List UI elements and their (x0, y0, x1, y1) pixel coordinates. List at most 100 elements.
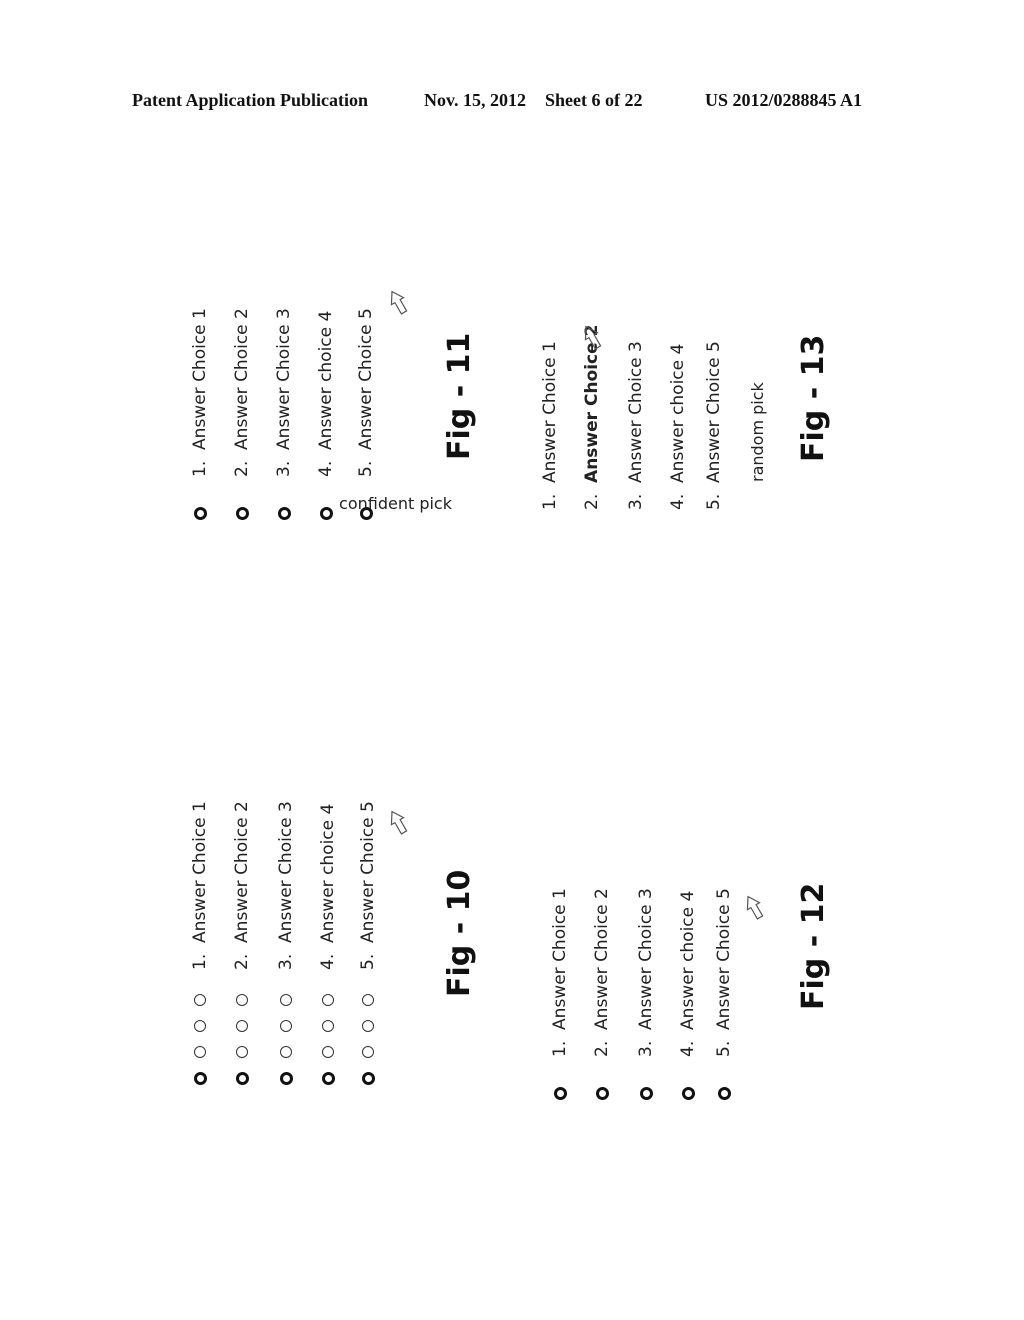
choice-row: 1. Answer Choice 1 (180, 801, 220, 1085)
choice-row: 3. Answer Choice 3 (264, 308, 304, 520)
choice-number: 5. (704, 493, 724, 510)
choice-text: Answer choice 4 (316, 310, 336, 450)
choice-row-highlighted: 2. Answer Choice 2 (572, 325, 612, 510)
choice-text: Answer Choice 1 (550, 888, 570, 1030)
choice-row: 5. Answer Choice 5 (694, 341, 734, 510)
choice-number: 3. (274, 460, 294, 477)
radio-button[interactable] (717, 1087, 731, 1100)
patent-number: US 2012/0288845 A1 (705, 90, 863, 110)
radio-button[interactable] (595, 1087, 609, 1100)
choice-text: Answer Choice 3 (276, 801, 296, 943)
choice-text: Answer choice 4 (318, 803, 338, 943)
choice-row: 3. Answer Choice 3 (616, 341, 656, 510)
choice-text: Answer Choice 2 (592, 888, 612, 1030)
choice-number: 3. (276, 953, 296, 970)
choice-number: 2. (592, 1040, 612, 1057)
choice-number: 4. (318, 953, 338, 970)
radio-button[interactable] (639, 1087, 653, 1100)
publication-date: Nov. 15, 2012 (424, 90, 527, 110)
choice-number: 5. (714, 1040, 734, 1057)
choice-text: Answer choice 4 (668, 343, 688, 483)
choice-number: 3. (626, 493, 646, 510)
choice-row: 4. Answer choice 4 (658, 344, 698, 510)
choice-number: 1. (540, 493, 560, 510)
figure-label: Fig - 12 (796, 882, 831, 1010)
choice-text: Answer Choice 1 (190, 308, 210, 450)
choice-row: 1. Answer Choice 1 (540, 888, 580, 1100)
choice-number: 4. (668, 493, 688, 510)
choice-row: 5. Answer Choice 5 (348, 801, 388, 1085)
choice-row: 3. Answer Choice 3 (626, 888, 666, 1100)
choice-text: Answer Choice 2 (232, 801, 252, 943)
choice-number: 5. (356, 460, 376, 477)
choice-text: Answer Choice 3 (274, 308, 294, 450)
choice-text: Answer Choice 5 (356, 308, 376, 450)
publication-title: Patent Application Publication (132, 90, 369, 110)
choice-row: 1. Answer Choice 1 (180, 308, 220, 520)
radio-button[interactable] (279, 1072, 293, 1085)
radio-button[interactable] (235, 507, 249, 520)
choice-number: 3. (636, 1040, 656, 1057)
radio-button[interactable] (553, 1087, 567, 1100)
choice-number: 1. (550, 1040, 570, 1057)
choice-number: 1. (190, 460, 210, 477)
radio-button[interactable] (280, 1020, 292, 1032)
choice-row: 2. Answer Choice 2 (222, 801, 262, 1085)
radio-button[interactable] (193, 507, 207, 520)
figure-label: Fig - 11 (442, 332, 477, 460)
choice-row: 2. Answer Choice 2 (222, 308, 262, 520)
radio-button[interactable] (194, 1046, 206, 1058)
figure-13: 1. Answer Choice 1 2. Answer Choice 2 3.… (530, 270, 831, 510)
choice-number: 1. (190, 953, 210, 970)
choice-text: Answer Choice 2 (232, 308, 252, 450)
figure-label: Fig - 10 (442, 869, 477, 997)
choice-row: 5. Answer Choice 5 (346, 308, 386, 520)
radio-button[interactable] (362, 994, 374, 1006)
choice-number: 5. (358, 953, 378, 970)
choice-row: 4. Answer choice 4 (306, 311, 346, 520)
choice-text: Answer Choice 3 (636, 888, 656, 1030)
choice-row: 4. Answer choice 4 (308, 804, 348, 1085)
hollow-arrow-icon (746, 895, 764, 920)
choice-number: 4. (316, 460, 336, 477)
choice-text: Answer Choice 1 (190, 801, 210, 943)
radio-button[interactable] (236, 1046, 248, 1058)
choice-number: 2. (232, 953, 252, 970)
radio-button[interactable] (236, 1020, 248, 1032)
choice-row: 3. Answer Choice 3 (266, 801, 306, 1085)
hollow-arrow-icon (390, 810, 408, 835)
choice-number: 4. (678, 1040, 698, 1057)
radio-button[interactable] (319, 507, 333, 520)
radio-button[interactable] (361, 1072, 375, 1085)
choice-text: Answer Choice 1 (540, 341, 560, 483)
radio-button[interactable] (322, 1020, 334, 1032)
radio-button[interactable] (362, 1020, 374, 1032)
choice-text: Answer Choice 5 (714, 888, 734, 1030)
radio-button[interactable] (194, 994, 206, 1006)
choice-text: Answer choice 4 (678, 890, 698, 1030)
radio-button[interactable] (280, 994, 292, 1006)
radio-button[interactable] (681, 1087, 695, 1100)
radio-button[interactable] (280, 1046, 292, 1058)
radio-button[interactable] (362, 1046, 374, 1058)
radio-button[interactable] (277, 507, 291, 520)
choice-text: Answer Choice 5 (358, 801, 378, 943)
radio-button[interactable] (321, 1072, 335, 1085)
choice-row: 1. Answer Choice 1 (530, 341, 570, 510)
radio-button[interactable] (193, 1072, 207, 1085)
radio-button[interactable] (235, 1072, 249, 1085)
figure-12: 1. Answer Choice 1 2. Answer Choice 2 3.… (540, 870, 840, 1100)
choice-number: 2. (582, 493, 602, 510)
choice-text: Answer Choice 3 (626, 341, 646, 483)
choice-row: 5. Answer Choice 5 (704, 888, 744, 1100)
radio-button[interactable] (236, 994, 248, 1006)
radio-button[interactable] (322, 1046, 334, 1058)
caption-confident-pick: confident pick (339, 494, 452, 514)
figure-label: Fig - 13 (796, 334, 831, 462)
caption-random-pick: random pick (748, 382, 767, 482)
figure-10: 1. Answer Choice 1 2. Answer Choice 2 3.… (180, 795, 477, 1085)
radio-button[interactable] (322, 994, 334, 1006)
choice-row: 4. Answer choice 4 (668, 891, 708, 1100)
sheet-number: Sheet 6 of 22 (545, 90, 643, 110)
radio-button[interactable] (194, 1020, 206, 1032)
